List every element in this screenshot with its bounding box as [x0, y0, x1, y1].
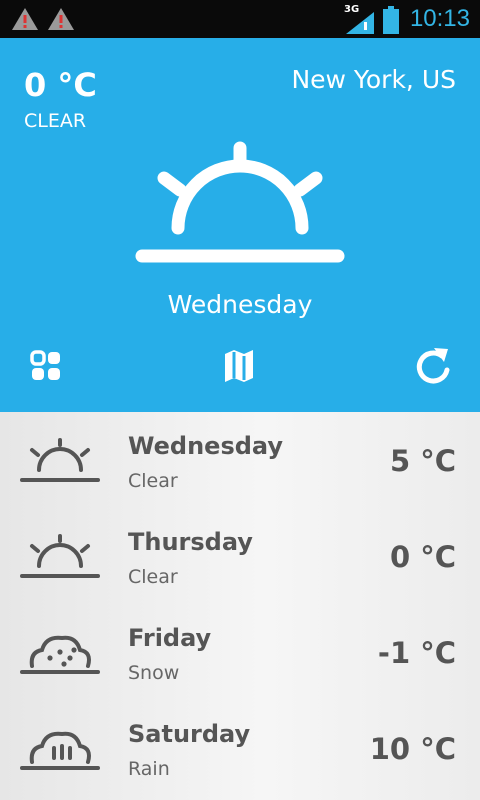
forecast-condition: Snow [128, 662, 180, 684]
forecast-temperature: 0 °C [389, 540, 456, 574]
forecast-day: Saturday [128, 720, 251, 748]
forecast-row[interactable]: Wednesday Clear 5 °C [0, 412, 480, 508]
sunrise-icon [20, 534, 100, 578]
forecast-condition: Clear [128, 470, 178, 492]
refresh-icon[interactable] [414, 346, 454, 386]
battery-icon [383, 6, 399, 34]
forecast-row[interactable]: Saturday Rain 10 °C [0, 700, 480, 796]
clock: 10:13 [409, 5, 470, 32]
status-bar: 3G 10:13 [0, 0, 480, 38]
location-label: New York, US [291, 65, 456, 94]
forecast-row[interactable]: Friday Snow -1 °C [0, 604, 480, 700]
map-icon[interactable] [219, 346, 259, 386]
warning-icon [48, 8, 74, 30]
signal-icon [346, 12, 374, 34]
forecast-day: Thursday [128, 528, 253, 556]
forecast-day: Wednesday [128, 432, 284, 460]
sunrise-icon [135, 141, 345, 263]
forecast-row[interactable]: Thursday Clear 0 °C [0, 508, 480, 604]
forecast-temperature: 5 °C [389, 444, 456, 478]
current-day: Wednesday [167, 290, 313, 319]
current-weather-panel: 0 °C CLEAR New York, US Wednesday [0, 38, 480, 412]
warning-icon [12, 8, 38, 30]
rain-icon [20, 731, 100, 770]
snow-icon [20, 635, 100, 674]
forecast-day: Friday [128, 624, 212, 652]
sunrise-icon [20, 438, 100, 482]
current-temperature: 0 °C [24, 66, 97, 104]
forecast-condition: Rain [128, 758, 170, 780]
grid-icon[interactable] [26, 346, 66, 386]
forecast-temperature: 10 °C [369, 732, 456, 766]
forecast-list: Wednesday Clear 5 °C Thursday Clear 0 °C [0, 412, 480, 800]
forecast-condition: Clear [128, 566, 178, 588]
forecast-temperature: -1 °C [377, 636, 456, 670]
current-condition: CLEAR [24, 110, 87, 132]
